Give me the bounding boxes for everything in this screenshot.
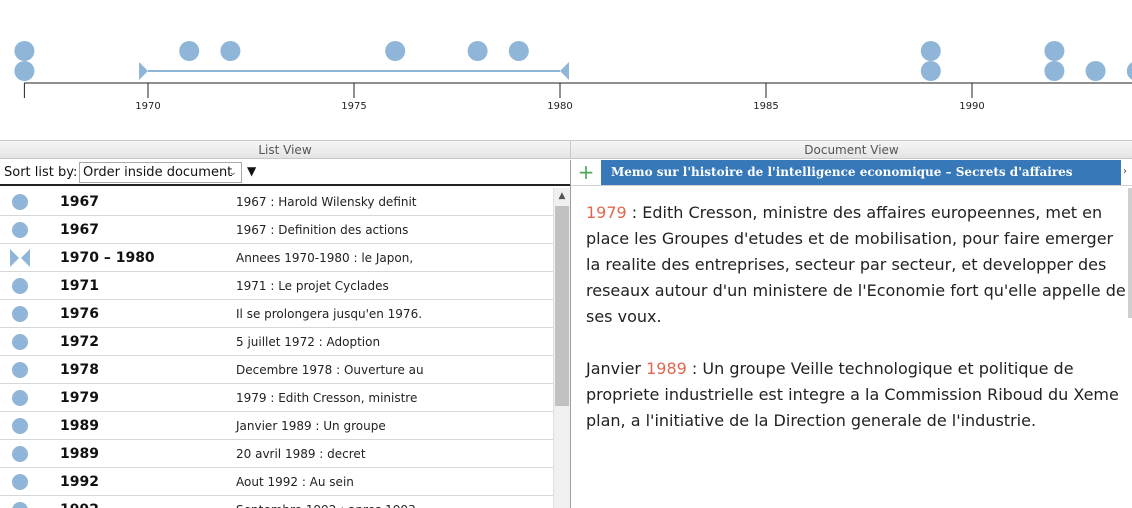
event-snippet: Septembre 1992 : apres 1993 [236,503,416,508]
timeline-tick-label: 1985 [753,101,778,112]
event-year: 1972 [60,334,99,350]
list-item[interactable]: 1978 Decembre 1978 : Ouverture au [0,356,553,384]
document-tab-bar: + Memo sur l'histoire de l'intelligence … [571,160,1132,186]
document-view-header: Document View [570,140,1132,159]
list-view-header: List View [0,140,570,159]
list-item[interactable]: 1976 Il se prolongera jusqu'en 1976. [0,300,553,328]
timeline-event-dot[interactable] [179,41,200,61]
event-snippet: 20 avril 1989 : decret [236,447,366,461]
chevron-down-icon: ⌄ [228,167,237,178]
timeline-event-dot[interactable] [220,41,241,61]
document-scrollbar[interactable] [1128,188,1132,318]
event-dot-icon [12,194,28,210]
document-tab[interactable]: Memo sur l'histoire de l'intelligence ec… [601,160,1121,185]
event-snippet: Decembre 1978 : Ouverture au [236,363,424,377]
event-dot-icon [12,390,28,406]
date-highlight: 1979 [586,203,627,222]
timeline-event-dot[interactable] [1126,61,1132,81]
list-item[interactable]: 1967 1967 : Harold Wilensky definit [0,188,553,216]
event-snippet: Janvier 1989 : Un groupe [236,419,386,433]
timeline-event-dot[interactable] [14,61,35,81]
more-tabs-icon[interactable]: › [1123,160,1132,185]
timeline-event-dot[interactable] [1085,61,1106,81]
list-item[interactable]: 1970 – 1980 Annees 1970-1980 : le Japon, [0,244,553,272]
range-end-icon [560,62,569,80]
event-year: 1979 [60,390,99,406]
document-paragraph: 1979 : Edith Cresson, ministre des affai… [586,200,1126,330]
range-marker-icon [10,249,30,267]
timeline-event-dot[interactable] [508,41,529,61]
event-snippet: Annees 1970-1980 : le Japon, [236,251,414,265]
event-list[interactable]: 1967 1967 : Harold Wilensky definit 1967 19… [0,188,553,508]
range-start-icon [139,62,148,80]
event-dot-icon [12,446,28,462]
event-dot-icon [12,502,28,508]
list-item[interactable]: 1979 1979 : Edith Cresson, ministre [0,384,553,412]
timeline-tick-label: 1975 [341,101,366,112]
event-dot-icon [12,278,28,294]
event-year: 1992 [60,502,99,508]
event-snippet: Il se prolongera jusqu'en 1976. [236,307,423,321]
timeline-tick-label: 1990 [959,101,984,112]
list-item[interactable]: 1989 Janvier 1989 : Un groupe [0,412,553,440]
event-year: 1992 [60,474,99,490]
timeline-event-dot[interactable] [467,41,488,61]
sort-select-value: Order inside document [83,165,233,180]
event-year: 1971 [60,278,99,294]
split-divider[interactable] [570,160,571,508]
event-year: 1970 – 1980 [60,250,155,266]
event-dot-icon [12,222,28,238]
timeline-event-dot[interactable] [14,41,35,61]
sort-bar: Sort list by: Order inside document ⌄ ▼ [0,160,570,186]
list-item[interactable]: 1967 1967 : Definition des actions [0,216,553,244]
timeline[interactable]: 1970 1975 1980 1985 1990 [0,0,1132,140]
new-tab-button[interactable]: + [571,160,601,185]
paragraph-text: Janvier [586,359,647,378]
event-year: 1989 [60,418,99,434]
list-item[interactable]: 1992 Septembre 1992 : apres 1993 [0,496,553,508]
timeline-canvas[interactable]: 1970 1975 1980 1985 1990 [0,0,1132,140]
timeline-event-dot[interactable] [920,41,941,61]
paragraph-text: : Edith Cresson, ministre des affaires e… [586,203,1126,326]
event-year: 1978 [60,362,99,378]
sort-label: Sort list by: [4,165,78,180]
document-paragraph: Janvier 1989 : Un groupe Veille technolo… [586,356,1126,434]
timeline-event-dot[interactable] [1044,61,1065,81]
event-dot-icon [12,362,28,378]
event-dot-icon [12,418,28,434]
sort-order-icon[interactable]: ▼ [247,164,256,178]
scroll-up-icon[interactable]: ▲ [554,188,570,205]
list-item[interactable]: 1972 5 juillet 1972 : Adoption [0,328,553,356]
event-dot-icon [12,334,28,350]
event-snippet: 1967 : Harold Wilensky definit [236,195,417,209]
timeline-event-dot[interactable] [920,61,941,81]
event-snippet: 1971 : Le projet Cyclades [236,279,389,293]
list-item[interactable]: 1971 1971 : Le projet Cyclades [0,272,553,300]
document-content: 1979 : Edith Cresson, ministre des affai… [586,200,1126,460]
sort-select[interactable]: Order inside document ⌄ [79,162,242,183]
event-dot-icon [12,474,28,490]
event-year: 1967 [60,222,99,238]
event-year: 1967 [60,194,99,210]
timeline-event-dot[interactable] [1044,41,1065,61]
event-dot-icon [12,306,28,322]
timeline-event-dot[interactable] [385,41,406,61]
event-snippet: 5 juillet 1972 : Adoption [236,335,381,349]
event-snippet: 1979 : Edith Cresson, ministre [236,391,418,405]
list-scrollbar[interactable]: ▲ [553,188,570,508]
event-snippet: Aout 1992 : Au sein [236,475,354,489]
event-year: 1976 [60,306,99,322]
timeline-tick-label: 1980 [547,101,572,112]
event-snippet: 1967 : Definition des actions [236,223,409,237]
scroll-thumb[interactable] [555,206,569,406]
date-highlight: 1989 [646,359,687,378]
timeline-tick-label: 1970 [135,101,160,112]
event-year: 1989 [60,446,99,462]
list-item[interactable]: 1992 Aout 1992 : Au sein [0,468,553,496]
list-item[interactable]: 1989 20 avril 1989 : decret [0,440,553,468]
